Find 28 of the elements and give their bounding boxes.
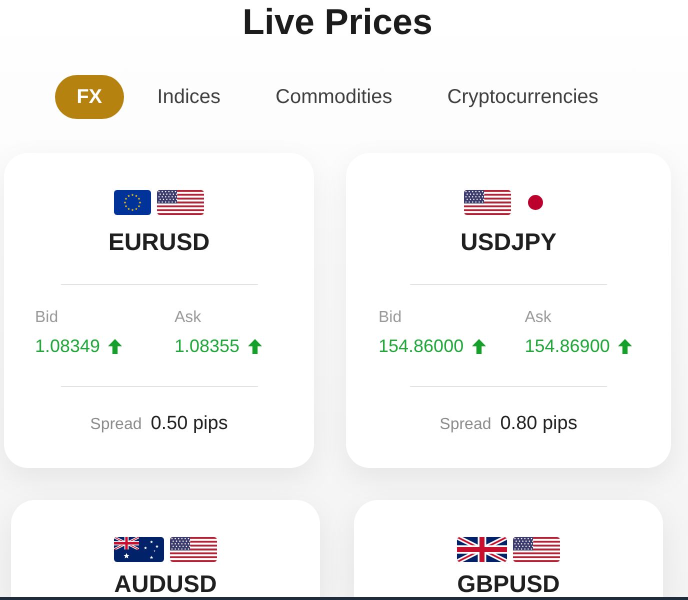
eu-flag-icon bbox=[114, 190, 151, 215]
category-tab[interactable]: Cryptocurrencies bbox=[425, 75, 620, 119]
quote-price: 1.08355 bbox=[174, 335, 240, 358]
pair-symbol: USDJPY bbox=[460, 228, 557, 258]
us-flag-icon bbox=[170, 537, 217, 562]
pair-symbol: EURUSD bbox=[108, 228, 210, 258]
quote-price: 154.86900 bbox=[524, 335, 610, 358]
au-flag-icon bbox=[114, 537, 164, 562]
pair-symbol: GBPUSD bbox=[457, 572, 560, 597]
page-title: Live Prices bbox=[242, 2, 433, 42]
quote-label: Ask bbox=[524, 308, 552, 328]
category-tab[interactable]: Indices bbox=[135, 75, 243, 119]
pair-symbol: AUDUSD bbox=[114, 572, 217, 597]
us-flag-icon bbox=[157, 190, 204, 215]
quote-label: Bid bbox=[35, 308, 58, 328]
gb-flag-icon bbox=[457, 537, 507, 562]
quote-price: 154.86000 bbox=[378, 335, 464, 358]
jp-flag-icon bbox=[528, 195, 542, 210]
quote-label: Bid bbox=[378, 308, 402, 328]
us-flag-icon bbox=[513, 537, 560, 562]
spread-label: Spread bbox=[440, 415, 492, 435]
quote-price: 1.08349 bbox=[35, 335, 100, 358]
spread-value: 0.50 pips bbox=[150, 412, 228, 436]
us-flag-icon bbox=[464, 190, 510, 215]
spread-value: 0.80 pips bbox=[500, 412, 578, 436]
category-tab[interactable]: Commodities bbox=[254, 75, 414, 119]
spread-label: Spread bbox=[90, 415, 142, 435]
quote-label: Ask bbox=[174, 308, 202, 328]
